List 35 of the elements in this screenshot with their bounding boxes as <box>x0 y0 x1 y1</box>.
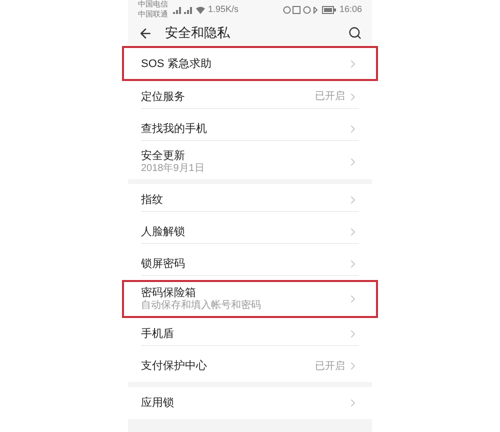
signal-icon <box>173 6 193 14</box>
network-speed: 1.95K/s <box>208 3 239 16</box>
row-subtitle: 2018年9月1日 <box>141 163 204 175</box>
row-title: 手机盾 <box>141 326 174 340</box>
wifi-icon <box>196 6 205 14</box>
row-title: 查找我的手机 <box>141 122 207 136</box>
settings-row[interactable]: 人脸解锁 <box>128 216 372 248</box>
settings-row[interactable]: 定位服务 已开启 <box>128 81 372 113</box>
settings-row[interactable]: 应用锁 <box>128 387 372 419</box>
settings-row[interactable]: 支付保护中心 已开启 <box>128 350 372 382</box>
row-title: 锁屏密码 <box>141 256 185 270</box>
search-icon[interactable] <box>348 26 362 40</box>
row-title: SOS 紧急求助 <box>141 56 212 70</box>
row-value: 已开启 <box>315 360 345 374</box>
settings-row[interactable]: 手机盾 <box>128 318 372 350</box>
row-title: 支付保护中心 <box>141 359 207 373</box>
status-icons-drawing <box>283 6 320 14</box>
settings-row[interactable]: 密码保险箱 自动保存和填入帐号和密码 <box>122 280 378 318</box>
row-value: 已开启 <box>315 90 345 104</box>
row-title: 密码保险箱 <box>141 286 197 300</box>
settings-row[interactable]: 锁屏密码 <box>128 248 372 280</box>
row-subtitle: 自动保存和填入帐号和密码 <box>141 300 261 312</box>
settings-row[interactable]: 安全更新 2018年9月1日 <box>128 145 372 179</box>
page-title: 安全和隐私 <box>165 24 231 42</box>
settings-row[interactable]: 查找我的手机 <box>128 113 372 145</box>
row-title: 应用锁 <box>141 396 174 410</box>
row-title: 安全更新 <box>141 149 186 163</box>
battery-icon <box>322 6 336 14</box>
row-title: 指纹 <box>141 192 163 206</box>
settings-row[interactable]: 指纹 <box>128 184 372 216</box>
settings-row[interactable]: SOS 紧急求助 <box>122 46 378 81</box>
row-title: 定位服务 <box>141 90 185 104</box>
back-icon[interactable] <box>138 26 153 40</box>
row-title: 人脸解锁 <box>141 224 185 238</box>
clock: 16:06 <box>339 3 362 16</box>
